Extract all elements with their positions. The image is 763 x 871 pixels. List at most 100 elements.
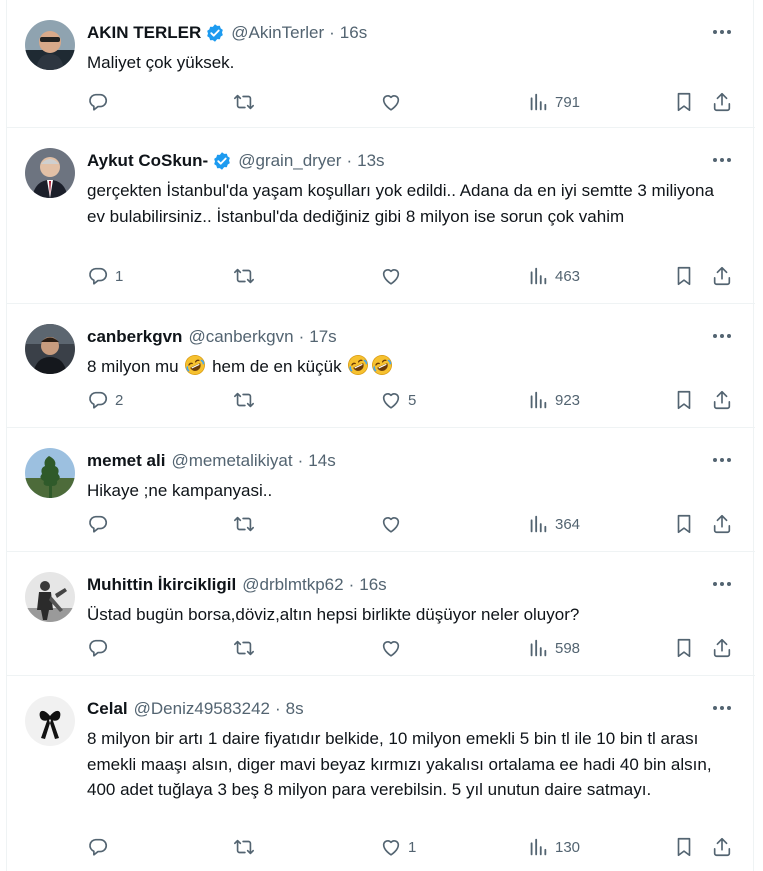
timestamp[interactable]: 16s	[340, 22, 367, 44]
views-button[interactable]: 463	[527, 264, 580, 288]
tweet[interactable]: canberkgvn @canberkgvn · 17s 8 milyon mu…	[7, 304, 755, 428]
bookmark-button[interactable]	[673, 835, 695, 859]
reply-button[interactable]	[87, 835, 115, 859]
more-icon[interactable]	[711, 576, 733, 592]
reply-button[interactable]: 2	[87, 388, 123, 412]
repost-button[interactable]	[233, 264, 261, 288]
bookmark-button[interactable]	[673, 636, 695, 660]
author-handle[interactable]: @grain_dryer	[238, 150, 341, 172]
tweet[interactable]: AKIN TERLER @AkinTerler · 16s Maliyet ço…	[7, 0, 755, 128]
author-handle[interactable]: @memetalikiyat	[171, 450, 292, 472]
author-name[interactable]: AKIN TERLER	[87, 22, 201, 44]
tweet-header: Celal @Deniz49583242 · 8s	[87, 698, 304, 720]
bookmark-icon	[673, 513, 695, 535]
bookmark-button[interactable]	[673, 90, 695, 114]
reply-icon	[87, 265, 109, 287]
reply-button[interactable]	[87, 512, 115, 536]
author-name[interactable]: Aykut CoSkun-	[87, 150, 208, 172]
bookmark-button[interactable]	[673, 388, 695, 412]
avatar[interactable]	[25, 696, 75, 746]
avatar[interactable]	[25, 324, 75, 374]
views-button[interactable]: 364	[527, 512, 580, 536]
author-name[interactable]: canberkgvn	[87, 326, 182, 348]
tweet-text: 8 milyon bir artı 1 daire fiyatıdır belk…	[87, 729, 712, 799]
tweet-text: Üstad bugün borsa,döviz,altın hepsi birl…	[87, 605, 580, 624]
more-icon[interactable]	[711, 152, 733, 168]
views-button[interactable]: 598	[527, 636, 580, 660]
more-icon[interactable]	[711, 328, 733, 344]
like-button[interactable]	[380, 512, 408, 536]
author-handle[interactable]: @drblmtkp62	[242, 574, 343, 596]
tweet[interactable]: Aykut CoSkun- @grain_dryer · 13s gerçekt…	[7, 128, 755, 304]
more-icon[interactable]	[711, 24, 733, 40]
avatar[interactable]	[25, 148, 75, 198]
timestamp[interactable]: 17s	[309, 326, 336, 348]
tweet-header: Muhittin İkircikligil @drblmtkp62 · 16s	[87, 574, 387, 596]
like-button[interactable]: 5	[380, 388, 416, 412]
timestamp[interactable]: 8s	[286, 698, 304, 720]
timestamp[interactable]: 13s	[357, 150, 384, 172]
repost-button[interactable]	[233, 835, 261, 859]
tweet[interactable]: Celal @Deniz49583242 · 8s 8 milyon bir a…	[7, 676, 755, 871]
bookmark-button[interactable]	[673, 512, 695, 536]
tweet-text-part: 8 milyon mu	[87, 357, 184, 376]
author-handle[interactable]: @canberkgvn	[188, 326, 293, 348]
bookmark-icon	[673, 836, 695, 858]
bookmark-icon	[673, 637, 695, 659]
share-button[interactable]	[711, 636, 733, 660]
tweet-header: canberkgvn @canberkgvn · 17s	[87, 326, 337, 348]
reply-count: 1	[115, 267, 124, 285]
author-name[interactable]: Celal	[87, 698, 128, 720]
views-button[interactable]: 923	[527, 388, 580, 412]
like-icon	[380, 836, 402, 858]
share-button[interactable]	[711, 835, 733, 859]
share-button[interactable]	[711, 512, 733, 536]
action-bar: 791	[87, 90, 747, 114]
tweet[interactable]: memet ali @memetalikiyat · 14s Hikaye ;n…	[7, 428, 755, 552]
reply-feed: AKIN TERLER @AkinTerler · 16s Maliyet ço…	[6, 0, 755, 871]
share-icon	[711, 91, 733, 113]
author-name[interactable]: memet ali	[87, 450, 165, 472]
view-count: 791	[555, 93, 581, 111]
reply-button[interactable]	[87, 636, 115, 660]
avatar[interactable]	[25, 20, 75, 70]
bookmark-button[interactable]	[673, 264, 695, 288]
repost-button[interactable]	[233, 512, 261, 536]
repost-button[interactable]	[233, 90, 261, 114]
views-icon	[527, 637, 549, 659]
more-icon[interactable]	[711, 452, 733, 468]
avatar[interactable]	[25, 572, 75, 622]
avatar[interactable]	[25, 448, 75, 498]
share-button[interactable]	[711, 264, 733, 288]
share-button[interactable]	[711, 388, 733, 412]
like-button[interactable]	[380, 636, 408, 660]
repost-button[interactable]	[233, 388, 261, 412]
reply-button[interactable]	[87, 90, 115, 114]
repost-icon	[233, 513, 255, 535]
separator: ·	[275, 699, 281, 718]
view-count: 463	[555, 267, 581, 285]
view-count: 364	[555, 515, 581, 533]
timestamp[interactable]: 16s	[359, 574, 386, 596]
share-icon	[711, 513, 733, 535]
bookmark-icon	[673, 91, 695, 113]
timestamp[interactable]: 14s	[308, 450, 335, 472]
author-handle[interactable]: @Deniz49583242	[134, 698, 270, 720]
like-button[interactable]: 1	[380, 835, 416, 859]
views-icon	[527, 836, 549, 858]
share-icon	[711, 836, 733, 858]
like-button[interactable]	[380, 264, 408, 288]
reply-button[interactable]: 1	[87, 264, 123, 288]
author-handle[interactable]: @AkinTerler	[231, 22, 324, 44]
views-button[interactable]: 791	[527, 90, 580, 114]
tweet-header: memet ali @memetalikiyat · 14s	[87, 450, 336, 472]
views-button[interactable]: 130	[527, 835, 580, 859]
tweet[interactable]: Muhittin İkircikligil @drblmtkp62 · 16s …	[7, 552, 755, 676]
more-icon[interactable]	[711, 700, 733, 716]
author-name[interactable]: Muhittin İkircikligil	[87, 574, 236, 596]
share-button[interactable]	[711, 90, 733, 114]
like-button[interactable]	[380, 90, 408, 114]
repost-button[interactable]	[233, 636, 261, 660]
reply-icon	[87, 836, 109, 858]
reply-icon	[87, 513, 109, 535]
